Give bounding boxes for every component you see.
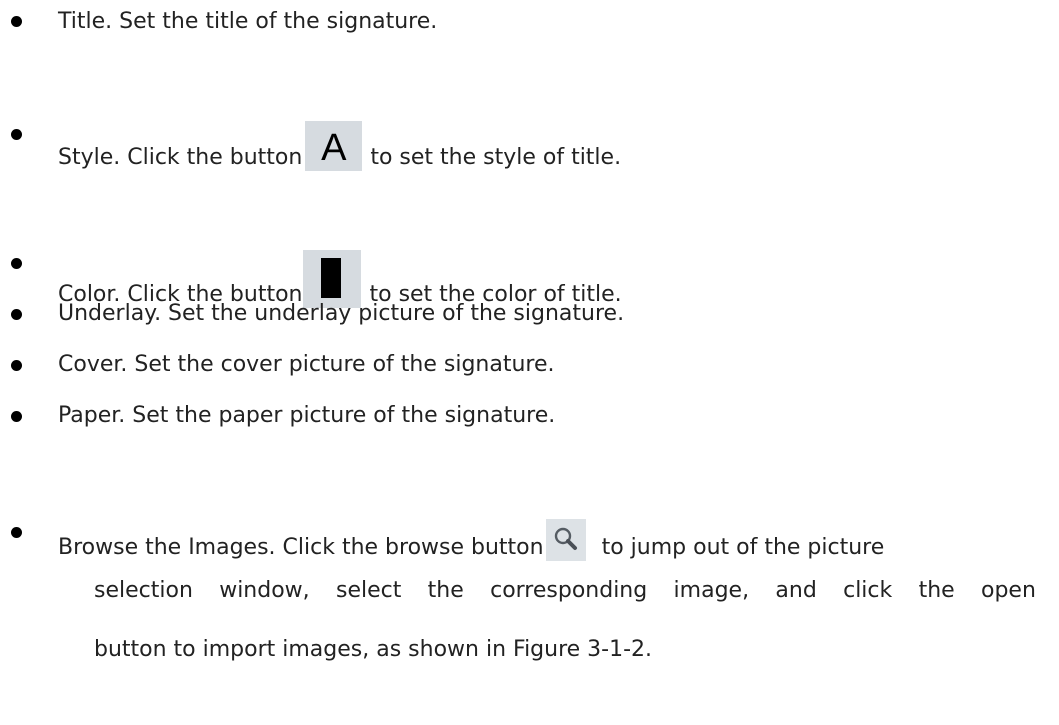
browse-line-2-word: the	[427, 578, 464, 603]
browse-item-line-1: Browse the Images. Click the browse butt…	[58, 519, 884, 561]
color-swatch-icon	[321, 258, 342, 298]
browse-line-2-word: image,	[673, 578, 750, 603]
cover-item-text: Cover. Set the cover picture of the sign…	[58, 352, 555, 377]
bullet-marker	[11, 16, 22, 27]
browse-line-3-text: button to import images, as shown in Fig…	[94, 637, 653, 662]
browse-line-2-text: selection window, select the corresponding im…	[94, 578, 1036, 604]
underlay-item: Underlay. Set the underlay picture of th…	[58, 301, 624, 327]
paper-item: Paper. Set the paper picture of the sign…	[58, 403, 555, 429]
cover-item: Cover. Set the cover picture of the sign…	[58, 352, 555, 378]
browse-line-2-word: and	[775, 578, 817, 603]
browse-item-line-2: selection window, select the corresponding im…	[94, 578, 1036, 604]
bullet-marker	[11, 258, 22, 269]
style-item-text-after: to set the style of title.	[370, 145, 622, 170]
style-item: Style. Click the button Ato set the style…	[58, 121, 621, 171]
browse-item-text-before: Browse the Images. Click the browse butt…	[58, 535, 544, 560]
color-button-image	[303, 250, 362, 308]
magnifier-search-icon	[554, 527, 577, 550]
browse-item-line-3: button to import images, as shown in Fig…	[94, 637, 652, 663]
browse-line-2-word: selection	[94, 578, 193, 603]
paper-item-text: Paper. Set the paper picture of the sign…	[58, 403, 556, 428]
bullet-marker	[11, 360, 22, 371]
browse-line-2-word: select	[335, 578, 402, 603]
browse-line-2-word: click	[843, 578, 893, 603]
browse-line-2-word: open	[980, 578, 1036, 603]
style-item-text-before: Style. Click the button	[58, 145, 303, 170]
bullet-marker	[11, 527, 22, 538]
title-item: Title. Set the title of the signature.	[58, 9, 437, 35]
bullet-marker	[11, 411, 22, 422]
color-item: Color. Click the button to set the color …	[58, 250, 622, 308]
browse-item-text-after: to jump out of the picture	[601, 535, 885, 560]
bullet-marker	[11, 129, 22, 140]
underlay-item-text: Underlay. Set the underlay picture of th…	[58, 301, 625, 326]
title-item-text: Title. Set the title of the signature.	[58, 9, 438, 34]
browse-line-2-word: window,	[219, 578, 310, 603]
browse-button-image	[545, 519, 586, 561]
browse-line-2-word: the	[918, 578, 955, 603]
font-style-icon: A	[321, 127, 347, 169]
browse-line-2-word: corresponding	[490, 578, 648, 603]
style-button-image: A	[305, 121, 363, 171]
bullet-marker	[11, 309, 22, 320]
